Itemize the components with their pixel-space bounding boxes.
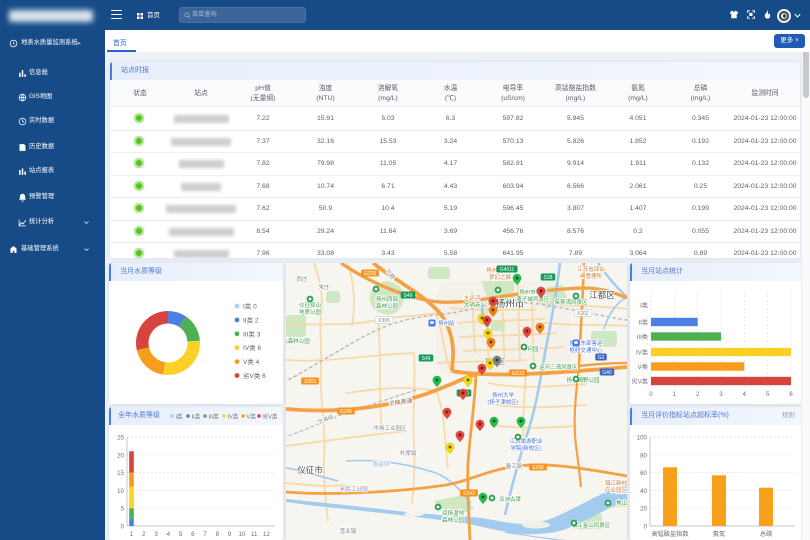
svg-text:4: 4 — [167, 531, 171, 538]
svg-text:20: 20 — [640, 506, 647, 513]
svg-text:1: 1 — [673, 391, 677, 398]
svg-text:梦幻之城: 梦幻之城 — [489, 273, 512, 281]
svg-text:S28: S28 — [544, 275, 553, 281]
svg-text:0: 0 — [649, 391, 653, 398]
svg-text:40: 40 — [640, 488, 647, 495]
svg-text:20: 20 — [117, 452, 124, 459]
svg-text:1: 1 — [130, 531, 134, 538]
svg-text:60: 60 — [640, 470, 647, 477]
svg-text:高锰酸盐指数: 高锰酸盐指数 — [651, 530, 689, 538]
svg-text:华扬工业园区: 华扬工业园区 — [373, 424, 407, 432]
svg-text:10: 10 — [238, 531, 245, 538]
svg-text:扬州大学: 扬州大学 — [492, 391, 515, 399]
svg-text:11: 11 — [251, 531, 258, 538]
svg-text:G345: G345 — [340, 409, 352, 415]
svg-text:II类: II类 — [638, 319, 648, 327]
svg-text:25: 25 — [117, 435, 124, 442]
svg-text:7: 7 — [203, 531, 207, 538]
svg-text:S49: S49 — [422, 356, 431, 362]
svg-text:江苏旅游职业: 江苏旅游职业 — [509, 437, 543, 445]
svg-text:扬州站: 扬州站 — [438, 319, 455, 327]
svg-text:V类 4: V类 4 — [243, 357, 260, 366]
svg-text:氨氮: 氨氮 — [713, 530, 725, 538]
svg-text:春江路: 春江路 — [506, 462, 523, 470]
svg-text:劣V类 6: 劣V类 6 — [243, 371, 266, 380]
svg-text:V类: V类 — [638, 363, 648, 371]
svg-text:G4011: G4011 — [500, 267, 515, 273]
svg-text:何园: 何园 — [527, 345, 539, 353]
svg-text:2: 2 — [696, 391, 700, 398]
svg-text:4: 4 — [743, 391, 747, 398]
svg-text:III类: III类 — [637, 333, 648, 341]
svg-text:X202: X202 — [577, 311, 589, 317]
svg-text:S336: S336 — [532, 465, 544, 471]
svg-text:5: 5 — [121, 506, 125, 513]
svg-text:12: 12 — [263, 531, 270, 538]
svg-text:吉运河: 吉运河 — [373, 460, 390, 468]
svg-text:9: 9 — [228, 531, 232, 538]
svg-text:扬子姆野公园: 扬子姆野公园 — [566, 376, 600, 384]
svg-text:G40: G40 — [602, 370, 612, 376]
svg-text:西庄: 西庄 — [296, 275, 308, 283]
svg-text:0: 0 — [644, 524, 648, 531]
svg-text:S243: S243 — [463, 491, 475, 497]
svg-text:森林公园: 森林公园 — [376, 302, 399, 310]
svg-text:镇江金山风景区: 镇江金山风景区 — [572, 521, 611, 529]
svg-text:大运河: 大运河 — [464, 294, 481, 302]
svg-text:学院(新校区): 学院(新校区) — [510, 444, 541, 452]
svg-text:6: 6 — [789, 391, 793, 398]
svg-text:江苏省邵仙: 江苏省邵仙 — [577, 265, 605, 273]
svg-text:10: 10 — [117, 488, 124, 495]
svg-text:X306: X306 — [378, 318, 390, 324]
svg-text:江都区: 江都区 — [589, 290, 615, 300]
svg-text:S353: S353 — [304, 379, 316, 385]
svg-text:100: 100 — [637, 435, 648, 442]
svg-text:III类 3: III类 3 — [243, 329, 261, 338]
svg-text:8: 8 — [216, 531, 220, 538]
svg-text:扬州西部: 扬州西部 — [376, 295, 399, 303]
svg-text:润扬湿地: 润扬湿地 — [442, 509, 465, 517]
svg-text:2: 2 — [142, 531, 146, 538]
svg-text:营业镇: 营业镇 — [340, 527, 357, 535]
svg-text:0: 0 — [121, 524, 125, 531]
svg-text:瓜洲古渡: 瓜洲古渡 — [499, 495, 522, 503]
svg-text:15: 15 — [117, 470, 124, 477]
svg-text:6: 6 — [191, 531, 195, 538]
svg-text:G233: G233 — [512, 371, 524, 377]
svg-text:闸管理所: 闸管理所 — [580, 272, 603, 280]
svg-text:3: 3 — [154, 531, 158, 538]
svg-text:3: 3 — [719, 391, 723, 398]
svg-text:朱庄: 朱庄 — [318, 283, 330, 291]
svg-text:森林公园: 森林公园 — [442, 516, 465, 524]
svg-text:G328: G328 — [364, 271, 376, 277]
svg-text:II类 2: II类 2 — [243, 315, 259, 324]
svg-text:山森林公园: 山森林公园 — [286, 337, 310, 345]
svg-text:IV类 6: IV类 6 — [243, 343, 261, 352]
svg-text:IV类: IV类 — [636, 349, 648, 357]
svg-text:仪征市: 仪征市 — [297, 465, 323, 475]
svg-text:I类 0: I类 0 — [243, 302, 257, 311]
svg-text:总磷: 总磷 — [760, 530, 772, 538]
svg-text:I类: I类 — [640, 302, 648, 310]
svg-text:地质公园: 地质公园 — [299, 308, 322, 316]
svg-text:5: 5 — [766, 391, 770, 398]
svg-text:劣V类: 劣V类 — [631, 378, 648, 386]
svg-text:80: 80 — [640, 452, 647, 459]
svg-text:枢纽交通中心: 枢纽交通中心 — [569, 346, 603, 354]
svg-text:利民工业园: 利民工业园 — [340, 485, 368, 493]
svg-text:运河三湾风景区: 运河三湾风景区 — [539, 363, 578, 371]
svg-text:5: 5 — [179, 531, 183, 538]
svg-text:G2: G2 — [598, 355, 605, 361]
svg-text:(扬子津校区): (扬子津校区) — [487, 398, 518, 406]
svg-text:大明寺: 大明寺 — [464, 301, 481, 309]
svg-text:唐子城风景区: 唐子城风景区 — [516, 295, 550, 303]
svg-text:焦山风景区: 焦山风景区 — [616, 499, 627, 507]
svg-text:镇江新材: 镇江新材 — [605, 479, 627, 487]
svg-text:茱萸湾风景区: 茱萸湾风景区 — [554, 298, 588, 306]
svg-text:朴席镇: 朴席镇 — [400, 449, 417, 457]
svg-text:产业园区: 产业园区 — [605, 486, 627, 494]
svg-text:S49: S49 — [404, 293, 413, 299]
